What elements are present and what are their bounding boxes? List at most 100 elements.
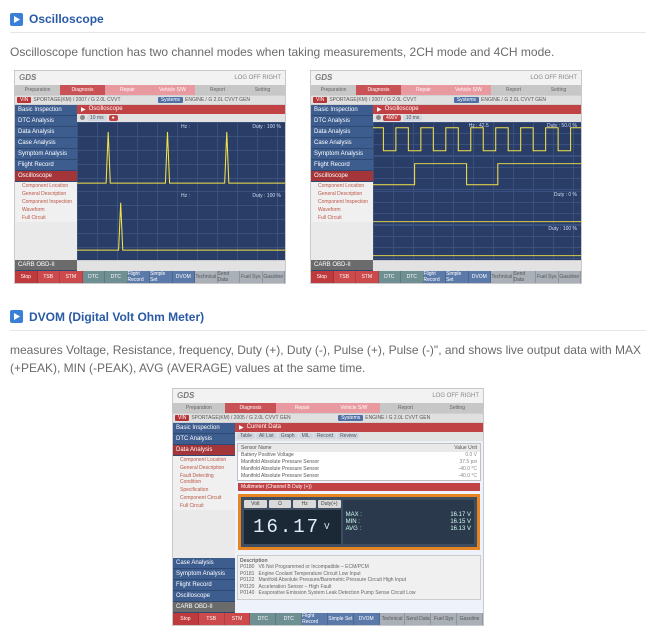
tab-repair[interactable]: Repair (276, 403, 328, 413)
side-sub[interactable]: General Description (15, 190, 77, 198)
fb[interactable]: Gasoline (559, 271, 582, 283)
dvom-btn-ohm[interactable]: Ω (269, 500, 292, 508)
fb[interactable]: DTC (379, 271, 402, 283)
fb[interactable]: STM (60, 271, 83, 283)
side-osc[interactable]: Oscilloscope (311, 171, 373, 182)
fb[interactable]: DTC (105, 271, 128, 283)
fb[interactable]: DVOM (469, 271, 492, 283)
timebase[interactable]: 10 ms (87, 115, 107, 121)
side-sym[interactable]: Symptom Analysis (15, 149, 77, 160)
fb[interactable]: Fuel Sys (240, 271, 263, 283)
tab-prep[interactable]: Preparation (173, 403, 225, 413)
side-sub[interactable]: General Description (173, 464, 235, 472)
side-obd[interactable]: CARB OBD-II (173, 602, 235, 613)
fb[interactable]: STM (225, 613, 251, 625)
tab-prep[interactable]: Preparation (311, 85, 356, 95)
tab-diag[interactable]: Diagnosis (225, 403, 277, 413)
dtab[interactable]: Record (314, 433, 336, 439)
side-basic[interactable]: Basic Inspection (15, 105, 77, 116)
side-sub[interactable]: General Description (311, 190, 373, 198)
timebase[interactable]: 10 ms (403, 115, 423, 121)
fb[interactable]: Gasoline (457, 613, 483, 625)
fb[interactable]: Flight Record (302, 613, 328, 625)
side-osc[interactable]: Oscilloscope (15, 171, 77, 182)
side-sub[interactable]: Fault Detecting Condition (173, 472, 235, 486)
fb[interactable]: Stop (311, 271, 334, 283)
side-sub[interactable]: Component Circuit (173, 494, 235, 502)
side-item[interactable]: DTC Analysis (173, 434, 235, 445)
fb[interactable]: Send Data (405, 613, 431, 625)
side-dtc[interactable]: DTC Analysis (15, 116, 77, 127)
fb[interactable]: Stop (173, 613, 199, 625)
tab-setting[interactable]: Setting (431, 403, 483, 413)
fb[interactable]: DTC (250, 613, 276, 625)
tab-report[interactable]: Report (195, 85, 240, 95)
tab-repair[interactable]: Repair (105, 85, 150, 95)
side-item[interactable]: Data Analysis (311, 127, 373, 138)
side-sub[interactable]: Component Location (311, 182, 373, 190)
side-data[interactable]: Data Analysis (15, 127, 77, 138)
dtab[interactable]: MIL (299, 433, 313, 439)
side-fr[interactable]: Flight Record (15, 160, 77, 171)
fb[interactable]: Flight Record (424, 271, 447, 283)
tab-vsw[interactable]: Vehicle S/W (328, 403, 380, 413)
fb[interactable]: DTC (83, 271, 106, 283)
side-sub[interactable]: Waveform (15, 206, 77, 214)
dtab[interactable]: Graph (278, 433, 298, 439)
side-item[interactable]: Case Analysis (311, 138, 373, 149)
side-item[interactable]: Basic Inspection (311, 105, 373, 116)
fb[interactable]: Technical (195, 271, 218, 283)
side-item[interactable]: Case Analysis (173, 558, 235, 569)
ctrl[interactable]: 400V (383, 115, 401, 121)
dtab[interactable]: Review (337, 433, 359, 439)
side-sub[interactable]: Waveform (311, 206, 373, 214)
side-data[interactable]: Data Analysis (173, 445, 235, 456)
side-sub[interactable]: Component Inspection (15, 198, 77, 206)
side-sub[interactable]: Specification (173, 486, 235, 494)
tab-diag[interactable]: Diagnosis (356, 85, 401, 95)
side-case[interactable]: Case Analysis (15, 138, 77, 149)
side-item[interactable]: Flight Record (311, 160, 373, 171)
fb[interactable]: Flight Record (128, 271, 151, 283)
fb[interactable]: Gasoline (263, 271, 286, 283)
side-sub[interactable]: Component Inspection (311, 198, 373, 206)
fb[interactable]: STM (356, 271, 379, 283)
rec-icon[interactable] (376, 115, 381, 120)
fb[interactable]: Fuel Sys (536, 271, 559, 283)
fb[interactable]: DVOM (173, 271, 196, 283)
side-item[interactable]: Flight Record (173, 580, 235, 591)
tab-report[interactable]: Report (380, 403, 432, 413)
fb[interactable]: Simple Set (446, 271, 469, 283)
fb[interactable]: TSB (199, 613, 225, 625)
fb[interactable]: TSB (334, 271, 357, 283)
rec-icon[interactable] (80, 115, 85, 120)
tab-diag[interactable]: Diagnosis (60, 85, 105, 95)
tab-setting[interactable]: Setting (240, 85, 285, 95)
fb[interactable]: Simple Set (328, 613, 354, 625)
fb[interactable]: Send Data (218, 271, 241, 283)
dvom-btn-duty[interactable]: Duty(+) (318, 500, 341, 508)
tab-vsw[interactable]: Vehicle S/W (150, 85, 195, 95)
fb[interactable]: DVOM (354, 613, 380, 625)
side-sub[interactable]: Component Location (173, 456, 235, 464)
side-sub[interactable]: Full Circuit (15, 214, 77, 222)
dtab[interactable]: Table (237, 433, 255, 439)
side-sub[interactable]: Full Circuit (311, 214, 373, 222)
side-sub[interactable]: Component Location (15, 182, 77, 190)
fb[interactable]: DTC (276, 613, 302, 625)
tab-vsw[interactable]: Vehicle S/W (446, 85, 491, 95)
dvom-btn-volt[interactable]: Volt (244, 500, 267, 508)
side-obd[interactable]: CARB OBD-II (15, 260, 77, 271)
fb[interactable]: TSB (38, 271, 61, 283)
tab-prep[interactable]: Preparation (15, 85, 60, 95)
fb[interactable]: Send Data (514, 271, 537, 283)
dtab[interactable]: All List (256, 433, 277, 439)
side-sub[interactable]: Full Circuit (173, 502, 235, 510)
tab-setting[interactable]: Setting (536, 85, 581, 95)
tab-report[interactable]: Report (491, 85, 536, 95)
side-item[interactable]: Basic Inspection (173, 423, 235, 434)
side-obd[interactable]: CARB OBD-II (311, 260, 373, 271)
side-item[interactable]: Oscilloscope (173, 591, 235, 602)
side-item[interactable]: DTC Analysis (311, 116, 373, 127)
side-item[interactable]: Symptom Analysis (173, 569, 235, 580)
